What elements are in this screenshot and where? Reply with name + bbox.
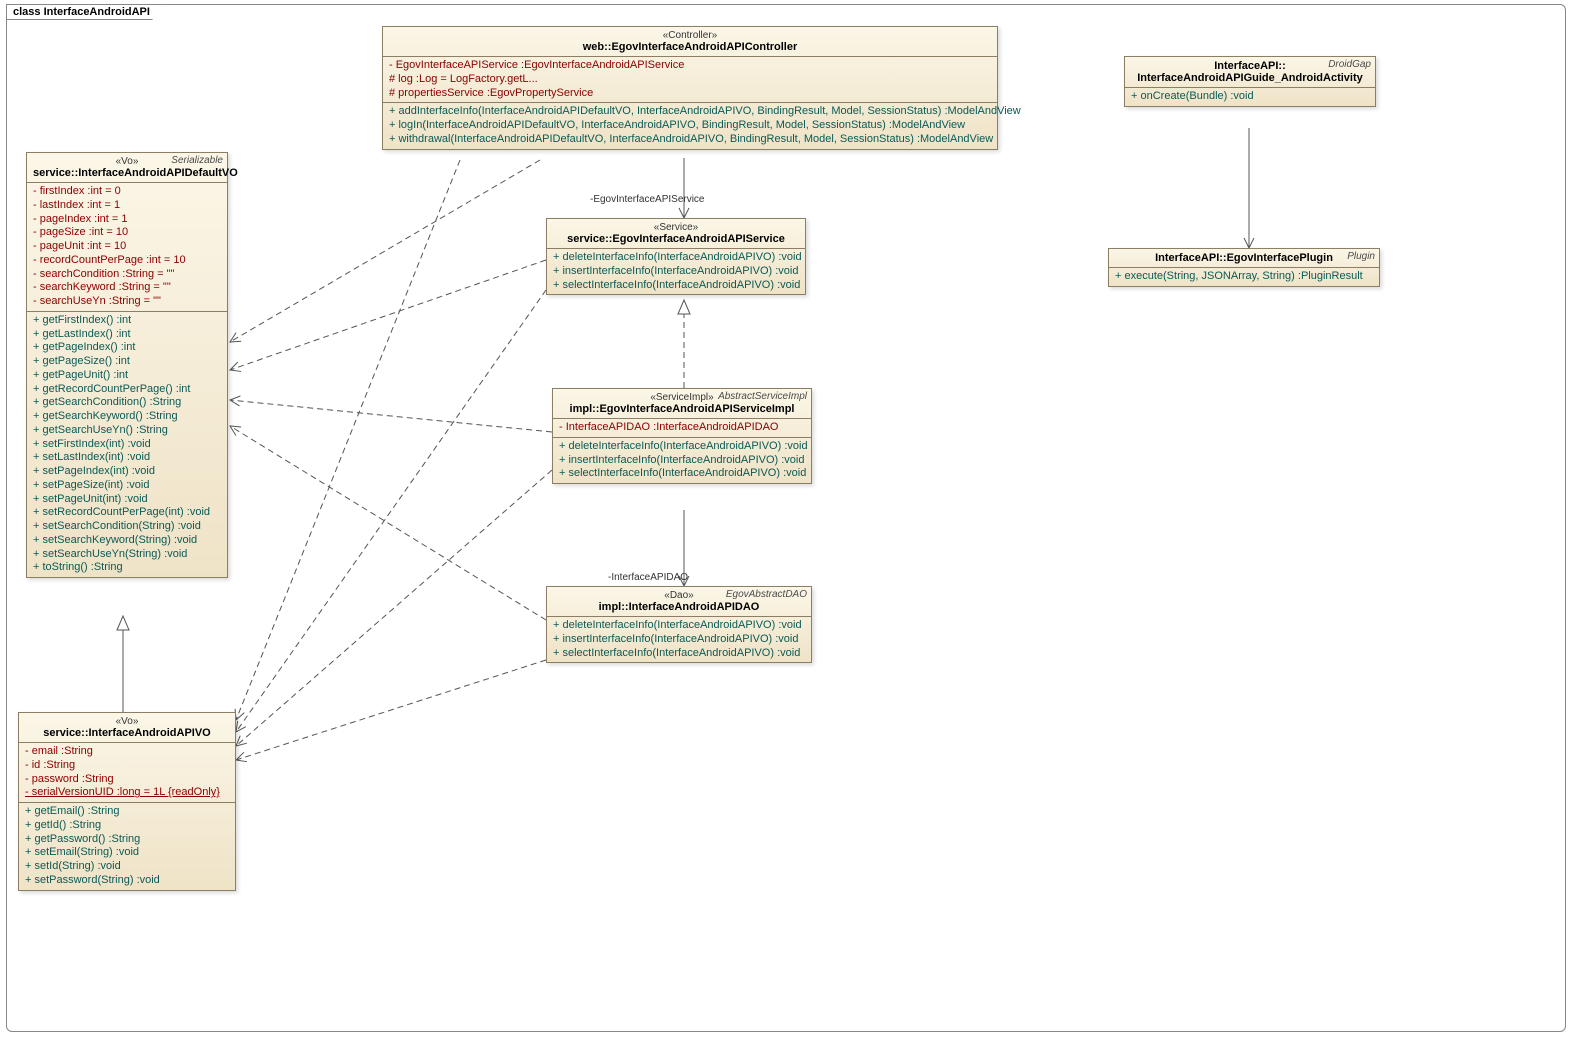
member-row: + addInterfaceInfo(InterfaceAndroidAPIDe… bbox=[387, 105, 993, 119]
member-row: - pageSize :int = 10 bbox=[31, 226, 223, 240]
member-row: + logIn(InterfaceAndroidAPIDefaultVO, In… bbox=[387, 119, 993, 133]
member-row: + setPageIndex(int) :void bbox=[31, 465, 223, 479]
class-title: service::InterfaceAndroidAPIDefaultVO bbox=[33, 167, 221, 179]
member-row: + getPassword() :String bbox=[23, 833, 231, 847]
attributes: - email :String- id :String- password :S… bbox=[19, 743, 235, 803]
member-row: + getId() :String bbox=[23, 819, 231, 833]
member-row: + setPageUnit(int) :void bbox=[31, 493, 223, 507]
class-title: service::EgovInterfaceAndroidAPIService bbox=[553, 233, 799, 245]
member-row: - InterfaceAPIDAO :InterfaceAndroidAPIDA… bbox=[557, 421, 807, 435]
stereotype: «Service» bbox=[553, 222, 799, 233]
member-row: + toString() :String bbox=[31, 561, 223, 575]
corner-label: Serializable bbox=[171, 155, 223, 166]
stereotype: «Controller» bbox=[389, 30, 991, 41]
member-row: + deleteInterfaceInfo(InterfaceAndroidAP… bbox=[551, 619, 807, 633]
class-serviceimpl: AbstractServiceImpl «ServiceImpl» impl::… bbox=[552, 388, 812, 484]
member-row: + getPageUnit() :int bbox=[31, 369, 223, 383]
member-row: - pageIndex :int = 1 bbox=[31, 213, 223, 227]
member-row: + getPageIndex() :int bbox=[31, 341, 223, 355]
class-plugin: Plugin InterfaceAPI::EgovInterfacePlugin… bbox=[1108, 248, 1380, 287]
member-row: + insertInterfaceInfo(InterfaceAndroidAP… bbox=[551, 633, 807, 647]
attributes: - InterfaceAPIDAO :InterfaceAndroidAPIDA… bbox=[553, 419, 811, 438]
diagram-frame: class InterfaceAndroidAPI bbox=[6, 4, 1566, 1032]
member-row: + selectInterfaceInfo(InterfaceAndroidAP… bbox=[557, 467, 807, 481]
operations: + execute(String, JSONArray, String) :Pl… bbox=[1109, 268, 1379, 286]
member-row: + setEmail(String) :void bbox=[23, 846, 231, 860]
class-dao: EgovAbstractDAO «Dao» impl::InterfaceAnd… bbox=[546, 586, 812, 663]
member-row: + onCreate(Bundle) :void bbox=[1129, 90, 1371, 104]
operations: + onCreate(Bundle) :void bbox=[1125, 88, 1375, 106]
member-row: - searchUseYn :String = "" bbox=[31, 295, 223, 309]
member-row: + setSearchKeyword(String) :void bbox=[31, 534, 223, 548]
member-row: + withdrawal(InterfaceAndroidAPIDefaultV… bbox=[387, 133, 993, 147]
class-title: InterfaceAPI::EgovInterfacePlugin bbox=[1115, 252, 1373, 264]
member-row: + getRecordCountPerPage() :int bbox=[31, 383, 223, 397]
member-row: + insertInterfaceInfo(InterfaceAndroidAP… bbox=[551, 265, 801, 279]
member-row: + setLastIndex(int) :void bbox=[31, 451, 223, 465]
attributes: - EgovInterfaceAPIService :EgovInterface… bbox=[383, 57, 997, 103]
corner-label: EgovAbstractDAO bbox=[726, 589, 807, 600]
member-row: - firstIndex :int = 0 bbox=[31, 185, 223, 199]
member-row: + selectInterfaceInfo(InterfaceAndroidAP… bbox=[551, 279, 801, 293]
corner-label: Plugin bbox=[1347, 251, 1375, 262]
corner-label: DroidGap bbox=[1328, 59, 1371, 70]
member-row: + getFirstIndex() :int bbox=[31, 314, 223, 328]
operations: + getFirstIndex() :int+ getLastIndex() :… bbox=[27, 312, 227, 577]
diagram-title-tab: class InterfaceAndroidAPI bbox=[6, 4, 165, 20]
class-title: web::EgovInterfaceAndroidAPIController bbox=[389, 41, 991, 53]
member-row: - password :String bbox=[23, 773, 231, 787]
member-row: - id :String bbox=[23, 759, 231, 773]
class-title: impl::InterfaceAndroidAPIDAO bbox=[553, 601, 805, 613]
member-row: + execute(String, JSONArray, String) :Pl… bbox=[1113, 270, 1375, 284]
member-row: - EgovInterfaceAPIService :EgovInterface… bbox=[387, 59, 993, 73]
member-row: - lastIndex :int = 1 bbox=[31, 199, 223, 213]
class-activity: DroidGap InterfaceAPI:: InterfaceAndroid… bbox=[1124, 56, 1376, 107]
class-defaultvo: Serializable «Vo» service::InterfaceAndr… bbox=[26, 152, 228, 578]
member-row: + deleteInterfaceInfo(InterfaceAndroidAP… bbox=[557, 440, 807, 454]
class-title: service::InterfaceAndroidAPIVO bbox=[25, 727, 229, 739]
member-row: + getPageSize() :int bbox=[31, 355, 223, 369]
member-row: - searchKeyword :String = "" bbox=[31, 281, 223, 295]
operations: + getEmail() :String+ getId() :String+ g… bbox=[19, 803, 235, 890]
member-row: + getLastIndex() :int bbox=[31, 328, 223, 342]
class-service: «Service» service::EgovInterfaceAndroidA… bbox=[546, 218, 806, 295]
member-row: + setSearchCondition(String) :void bbox=[31, 520, 223, 534]
operations: + deleteInterfaceInfo(InterfaceAndroidAP… bbox=[553, 438, 811, 483]
member-row: # log :Log = LogFactory.getL... bbox=[387, 73, 993, 87]
class-title-line2: InterfaceAndroidAPIGuide_AndroidActivity bbox=[1131, 72, 1369, 84]
member-row: + getSearchUseYn() :String bbox=[31, 424, 223, 438]
member-row: + setPassword(String) :void bbox=[23, 874, 231, 888]
member-row: + setPageSize(int) :void bbox=[31, 479, 223, 493]
corner-label: AbstractServiceImpl bbox=[718, 391, 807, 402]
member-row: - email :String bbox=[23, 745, 231, 759]
member-row: + setSearchUseYn(String) :void bbox=[31, 548, 223, 562]
class-title: impl::EgovInterfaceAndroidAPIServiceImpl bbox=[559, 403, 805, 415]
member-row: + setRecordCountPerPage(int) :void bbox=[31, 506, 223, 520]
static-attr: - serialVersionUID :long = 1L {readOnly} bbox=[23, 786, 231, 800]
member-row: + selectInterfaceInfo(InterfaceAndroidAP… bbox=[551, 647, 807, 661]
stereotype: «Vo» bbox=[25, 716, 229, 727]
member-row: + setFirstIndex(int) :void bbox=[31, 438, 223, 452]
attributes: - firstIndex :int = 0- lastIndex :int = … bbox=[27, 183, 227, 312]
member-row: # propertiesService :EgovPropertyService bbox=[387, 87, 993, 101]
member-row: - recordCountPerPage :int = 10 bbox=[31, 254, 223, 268]
diagram-title: class InterfaceAndroidAPI bbox=[13, 6, 150, 18]
member-row: + deleteInterfaceInfo(InterfaceAndroidAP… bbox=[551, 251, 801, 265]
member-row: + setId(String) :void bbox=[23, 860, 231, 874]
member-row: - pageUnit :int = 10 bbox=[31, 240, 223, 254]
member-row: + getSearchCondition() :String bbox=[31, 396, 223, 410]
member-row: + getEmail() :String bbox=[23, 805, 231, 819]
operations: + deleteInterfaceInfo(InterfaceAndroidAP… bbox=[547, 617, 811, 662]
member-row: + insertInterfaceInfo(InterfaceAndroidAP… bbox=[557, 454, 807, 468]
member-row: + getSearchKeyword() :String bbox=[31, 410, 223, 424]
class-controller: «Controller» web::EgovInterfaceAndroidAP… bbox=[382, 26, 998, 150]
operations: + addInterfaceInfo(InterfaceAndroidAPIDe… bbox=[383, 103, 997, 148]
operations: + deleteInterfaceInfo(InterfaceAndroidAP… bbox=[547, 249, 805, 294]
class-apivo: «Vo» service::InterfaceAndroidAPIVO - em… bbox=[18, 712, 236, 891]
member-row: - searchCondition :String = "" bbox=[31, 268, 223, 282]
